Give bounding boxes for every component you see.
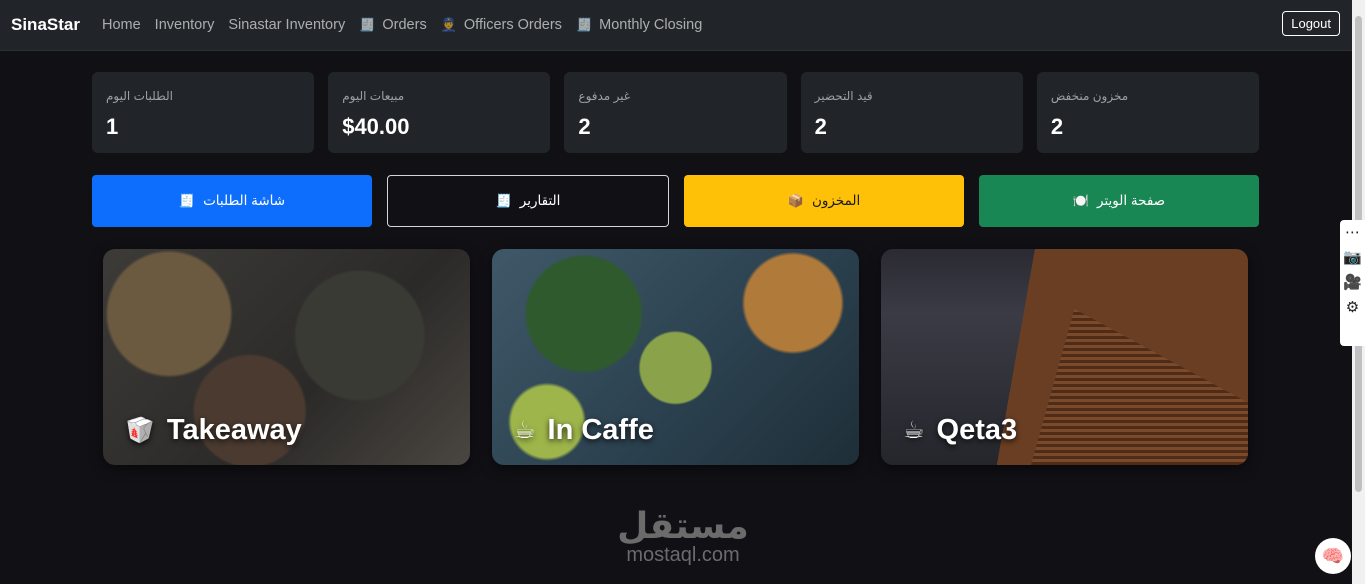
stat-unpaid: غير مدفوع 2 (564, 72, 787, 153)
card-qeta3[interactable]: ☕ Qeta3 (881, 249, 1248, 465)
stat-label: مخزون منخفض (1050, 89, 1129, 103)
takeout-box-icon: 🥡 (125, 417, 155, 444)
nav-sinastar-inventory-label: Sinastar Inventory (228, 17, 346, 33)
card-title-text: Qeta3 (936, 414, 1018, 446)
stat-sales-today: مبيعات اليوم $40.00 (328, 72, 551, 153)
coffee-cup-icon: ☕ (514, 417, 536, 444)
stat-in-preparation: قيد التحضير 2 (800, 72, 1023, 153)
more-icon[interactable]: ⋯ (1340, 220, 1365, 245)
receipt-icon: 🧾 (575, 17, 593, 32)
logout-button[interactable]: Logout (1282, 11, 1340, 36)
stat-value: $40.00 (342, 114, 410, 139)
coffee-cup-icon: ☕ (903, 417, 925, 444)
box-icon: 📦 (787, 193, 804, 208)
stat-value: 2 (814, 114, 827, 139)
nav-monthly-closing[interactable]: 🧾 Monthly Closing (576, 17, 702, 33)
screenshot-toolbar: ⋯ 📷 🎥 ⚙ (1340, 220, 1365, 346)
reports-button[interactable]: التقارير 🧾 (387, 175, 669, 227)
brand-logo[interactable]: SinaStar (11, 15, 80, 35)
orders-screen-label: شاشة الطلبات (203, 193, 286, 208)
mostaql-watermark: مستقل mostaql.com (606, 505, 760, 567)
stat-value: 2 (1050, 114, 1064, 139)
nav-orders[interactable]: 🧾 Orders (359, 17, 427, 33)
card-takeaway[interactable]: 🥡 Takeaway (103, 249, 470, 465)
card-title-text: In Caffe (547, 414, 654, 446)
stats-row: الطلبات اليوم 1 مبيعات اليوم $40.00 غير … (92, 72, 1260, 153)
reports-label: التقارير (519, 193, 561, 208)
watermark-latin: mostaql.com (626, 544, 740, 566)
assistant-brain-icon[interactable]: 🧠 (1315, 538, 1351, 574)
stat-label: قيد التحضير (814, 89, 873, 103)
nav-sinastar-inventory[interactable]: Sinastar Inventory (228, 17, 345, 33)
card-title: ☕ In Caffe (514, 414, 654, 447)
stat-value: 2 (578, 114, 591, 139)
camera-icon[interactable]: 📷 (1340, 245, 1365, 270)
pier-image (1031, 309, 1248, 465)
waiter-page-label: صفحة الويتر (1097, 193, 1166, 208)
nav-inventory-label: Inventory (154, 17, 215, 33)
inventory-button[interactable]: المخزون 📦 (684, 175, 964, 227)
card-title: ☕ Qeta3 (903, 414, 1017, 447)
receipt-icon: 🧾 (359, 17, 376, 32)
nav-orders-label: Orders (382, 17, 427, 33)
nav-home[interactable]: Home (102, 17, 141, 33)
order-type-cards: 🥡 Takeaway ☕ In Caffe ☕ Qeta3 (103, 249, 1248, 465)
card-title: 🥡 Takeaway (125, 414, 302, 447)
watermark-arabic: مستقل (617, 505, 749, 546)
stat-orders-today: الطلبات اليوم 1 (92, 72, 315, 153)
card-title-text: Takeaway (166, 414, 302, 446)
video-icon[interactable]: 🎥 (1340, 270, 1365, 295)
stat-low-stock: مخزون منخفض 2 (1036, 72, 1260, 153)
waiter-page-button[interactable]: صفحة الويتر 🍽️ (979, 175, 1259, 227)
nav-officers-orders-label: Officers Orders (463, 17, 562, 33)
stat-label: مبيعات اليوم (342, 89, 405, 103)
card-in-caffe[interactable]: ☕ In Caffe (492, 249, 859, 465)
receipt-icon: 🧾 (178, 193, 196, 208)
nav-links: Home Inventory Sinastar Inventory 🧾 Order… (102, 17, 716, 33)
stat-label: الطلبات اليوم (106, 89, 173, 103)
stat-value: 1 (106, 114, 119, 139)
nav-officers-orders[interactable]: 👮 Officers Orders (441, 17, 562, 33)
plate-icon: 🍽️ (1072, 193, 1090, 208)
quick-actions: شاشة الطلبات 🧾 التقارير 🧾 المخزون 📦 صفحة… (92, 175, 1259, 227)
top-navbar: SinaStar Home Inventory Sinastar Invento… (0, 0, 1352, 51)
officer-icon: 👮 (440, 17, 457, 32)
nav-monthly-closing-label: Monthly Closing (599, 17, 703, 33)
orders-screen-button[interactable]: شاشة الطلبات 🧾 (92, 175, 372, 227)
inventory-label: المخزون (811, 193, 861, 208)
nav-inventory[interactable]: Inventory (155, 17, 215, 33)
stat-label: غير مدفوع (578, 89, 631, 103)
receipt-icon: 🧾 (495, 193, 512, 208)
gear-icon[interactable]: ⚙ (1340, 295, 1365, 320)
nav-home-label: Home (101, 17, 141, 33)
